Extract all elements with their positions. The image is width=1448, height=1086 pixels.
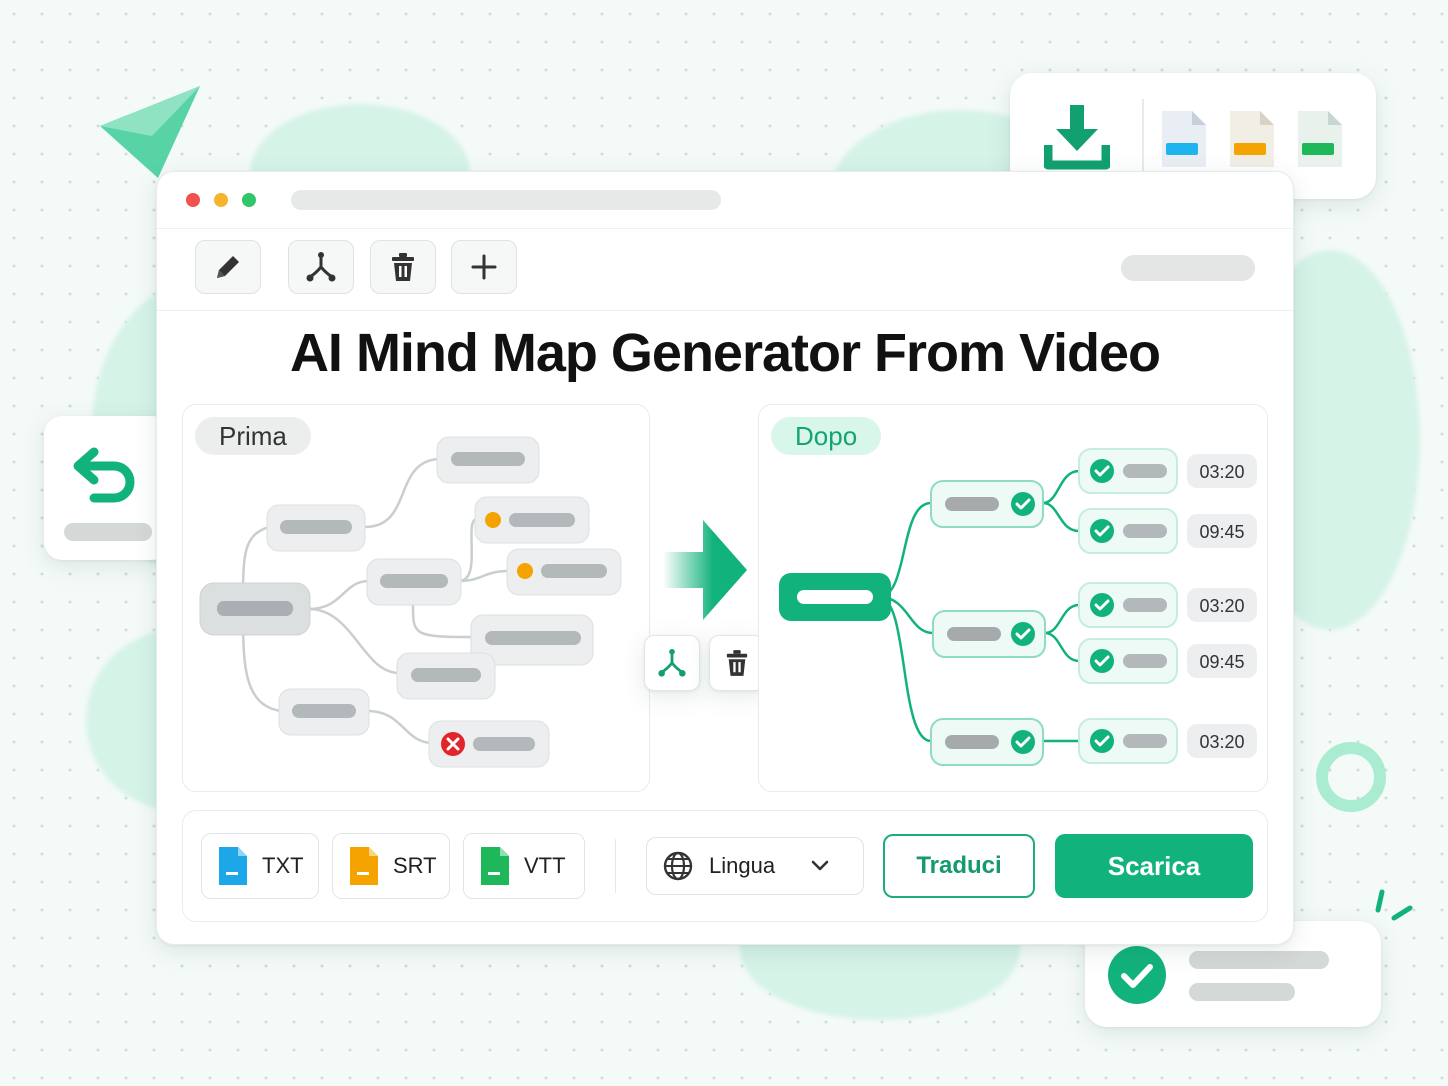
maximize-dot[interactable] [242,193,256,207]
format-label: SRT [393,853,437,878]
add-button[interactable] [451,240,517,294]
page-title: AI Mind Map Generator From Video [289,323,1161,383]
title-bar [157,172,1293,229]
language-label: Lingua [709,853,776,878]
format-label: VTT [524,853,566,878]
download-icon[interactable] [1044,105,1110,173]
arrow-right-icon [663,520,747,620]
branch-icon [306,252,336,282]
download-button[interactable]: Scarica [1055,834,1253,898]
export-bar: TXT SRT VTT Lingua Traduci Scarica [182,810,1268,922]
close-dot[interactable] [186,193,200,207]
minimize-dot[interactable] [214,193,228,207]
toolbar [157,228,1293,311]
after-panel: Dopo 03:20 09:45 03:20 09:45 03:20 [758,404,1268,792]
placeholder-bar [64,523,152,541]
divider [1142,99,1144,179]
ring-decoration [1316,742,1386,812]
file-orange-icon [350,847,378,885]
delete-button[interactable] [370,240,436,294]
branch-button[interactable] [288,240,354,294]
toolbar-placeholder [1121,255,1255,281]
format-srt-button[interactable]: SRT [332,833,450,899]
timestamp: 09:45 [1199,652,1244,672]
spark-decoration [1375,889,1413,921]
edit-button[interactable] [195,240,261,294]
globe-icon [663,851,693,881]
file-orange-icon[interactable] [1228,109,1276,169]
trash-icon [392,253,414,281]
placeholder-bar [1189,951,1329,969]
paper-plane-decoration [100,86,200,178]
branch-icon [658,648,686,677]
delete-mini-button[interactable] [709,635,765,691]
language-select[interactable]: Lingua [646,837,864,895]
timestamp: 03:20 [1199,462,1244,482]
pencil-icon [217,256,239,278]
timestamp: 03:20 [1199,596,1244,616]
address-bar[interactable] [291,190,721,210]
file-blue-icon [219,847,247,885]
format-label: TXT [262,853,304,878]
file-blue-icon[interactable] [1160,109,1208,169]
placeholder-bar [1189,983,1295,1001]
branch-mini-button[interactable] [644,635,700,691]
app-window: AI Mind Map Generator From Video Prima D… [156,171,1294,945]
undo-icon [73,447,135,503]
timestamp: 09:45 [1199,522,1244,542]
check-circle-icon [1108,946,1166,1004]
after-branch [930,480,1044,528]
translate-button[interactable]: Traduci [883,834,1035,898]
timestamp: 03:20 [1199,732,1244,752]
plus-icon [471,254,497,280]
after-branch [932,610,1046,658]
format-vtt-button[interactable]: VTT [463,833,585,899]
undo-card[interactable] [44,416,170,560]
file-green-icon[interactable] [1296,109,1344,169]
after-branch [930,718,1044,766]
trash-icon [726,650,748,676]
format-txt-button[interactable]: TXT [201,833,319,899]
clean-mind-map: 03:20 09:45 03:20 09:45 03:20 [779,448,1257,766]
file-green-icon [481,847,509,885]
chevron-down-icon [811,860,829,871]
before-panel: Prima [182,404,650,792]
divider [615,839,616,893]
messy-mind-map [199,436,622,768]
